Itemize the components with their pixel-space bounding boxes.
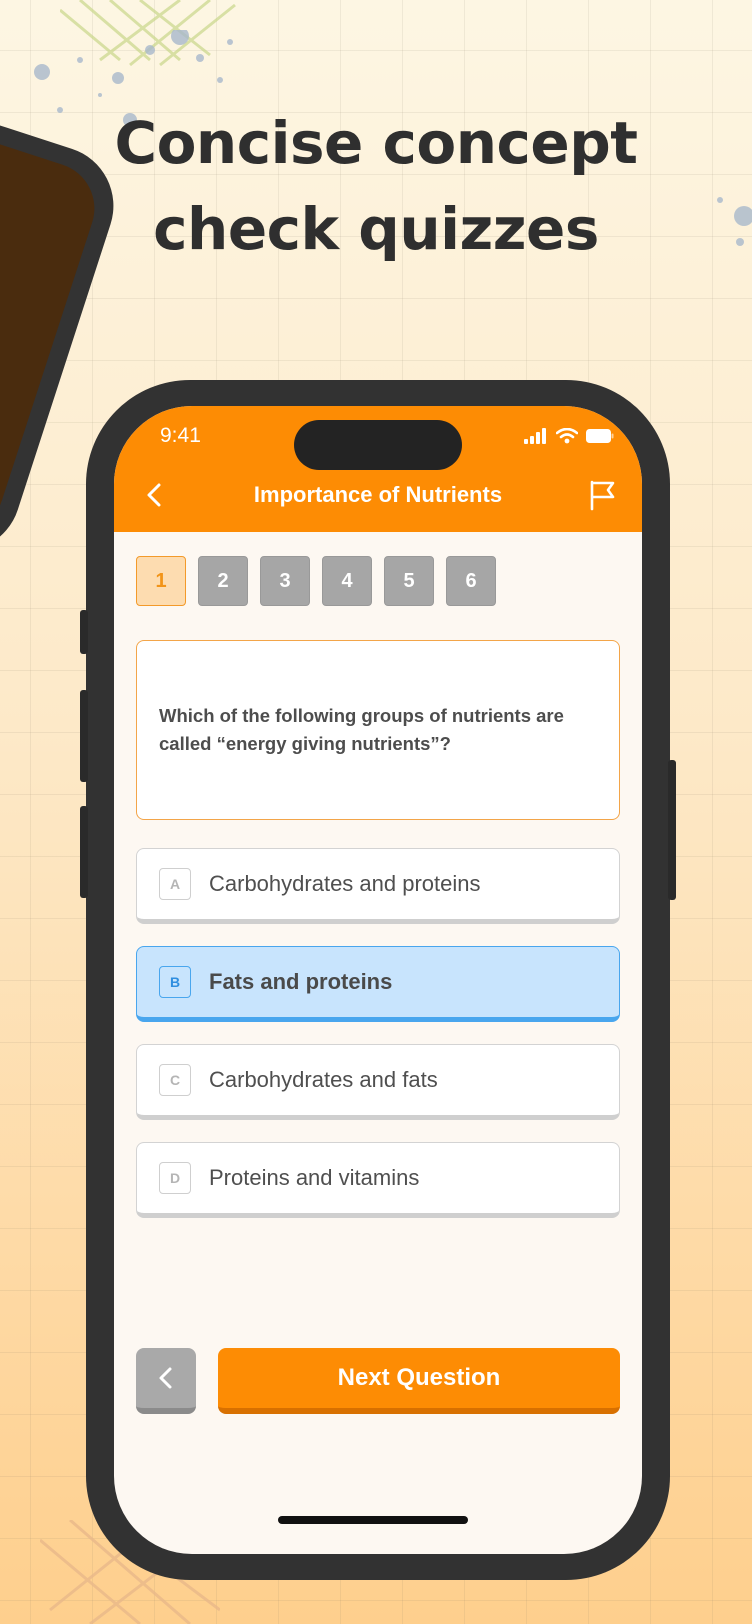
status-time: 9:41: [160, 424, 201, 447]
option-letter-a: A: [159, 868, 191, 900]
dynamic-island: [294, 420, 462, 470]
headline: Concise concept check quizzes: [0, 100, 752, 272]
phone-volume-up-button: [80, 690, 88, 782]
status-icons: [524, 428, 614, 444]
page-title: Importance of Nutrients: [253, 482, 503, 507]
phone-volume-down-button: [80, 806, 88, 898]
previous-question-button[interactable]: [136, 1348, 196, 1414]
option-letter-b: B: [159, 966, 191, 998]
headline-line-1: Concise concept: [114, 109, 639, 177]
question-tab-6[interactable]: 6: [446, 556, 496, 606]
answer-option-a[interactable]: A Carbohydrates and proteins: [136, 848, 620, 924]
next-question-button[interactable]: Next Question: [218, 1348, 620, 1414]
battery-icon: [586, 429, 614, 443]
wifi-icon: [556, 428, 578, 444]
phone-action-button: [80, 610, 88, 654]
question-tab-1[interactable]: 1: [136, 556, 186, 606]
question-number-tabs: 1 2 3 4 5 6: [136, 556, 496, 606]
question-tab-4[interactable]: 4: [322, 556, 372, 606]
option-text-a: Carbohydrates and proteins: [209, 871, 481, 896]
flag-icon[interactable]: [586, 478, 620, 512]
phone-power-button: [668, 760, 676, 900]
question-card: Which of the following groups of nutrien…: [136, 640, 620, 820]
app-header: 9:41 Importance of Nutrients: [114, 406, 642, 532]
answer-option-b[interactable]: B Fats and proteins: [136, 946, 620, 1022]
signal-icon: [524, 428, 546, 444]
answer-option-c[interactable]: C Carbohydrates and fats: [136, 1044, 620, 1120]
phone-screen: 9:41 Importance of Nutrients 1 2 3 4 5 6…: [114, 406, 642, 1554]
chevron-left-icon: [159, 1367, 172, 1389]
answer-option-d[interactable]: D Proteins and vitamins: [136, 1142, 620, 1218]
question-tab-2[interactable]: 2: [198, 556, 248, 606]
question-tab-5[interactable]: 5: [384, 556, 434, 606]
option-text-b: Fats and proteins: [209, 969, 393, 994]
option-text-d: Proteins and vitamins: [209, 1165, 420, 1190]
option-letter-d: D: [159, 1162, 191, 1194]
headline-line-2: check quizzes: [153, 195, 599, 263]
question-text: Which of the following groups of nutrien…: [159, 705, 564, 754]
phone-frame: 9:41 Importance of Nutrients 1 2 3 4 5 6…: [80, 380, 676, 1580]
option-letter-c: C: [159, 1064, 191, 1096]
home-indicator: [278, 1516, 468, 1524]
option-text-c: Carbohydrates and fats: [209, 1067, 438, 1092]
question-tab-3[interactable]: 3: [260, 556, 310, 606]
